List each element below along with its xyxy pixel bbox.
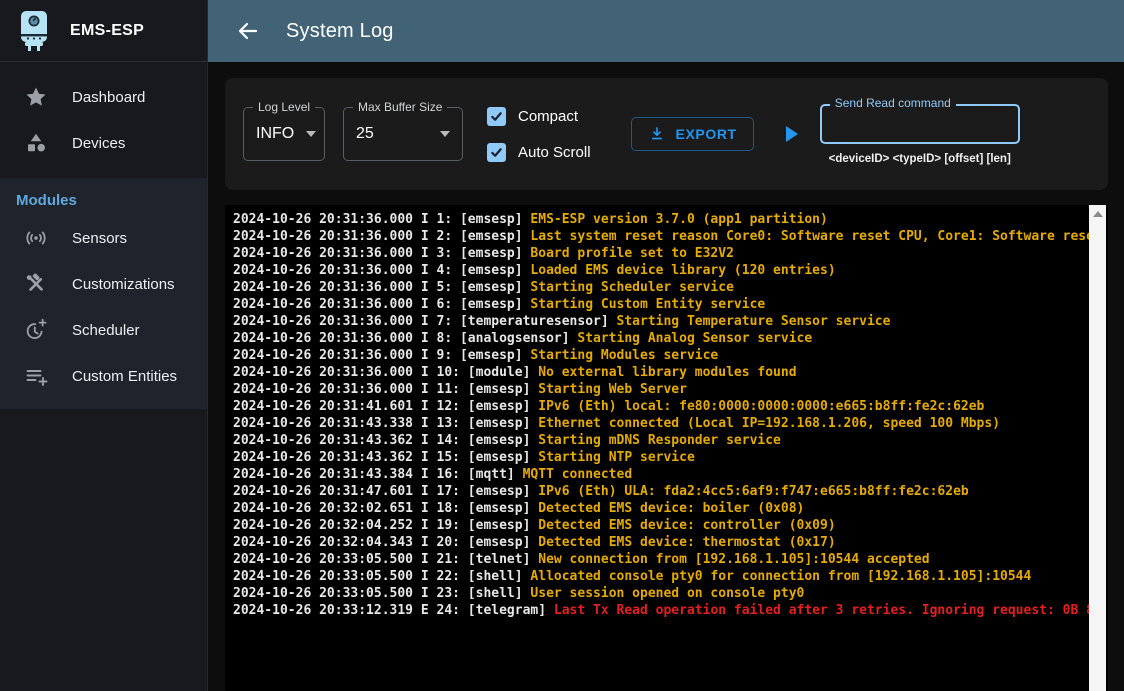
tools-icon — [24, 272, 48, 296]
boiler-logo-icon — [16, 9, 52, 53]
console-scrollbar[interactable] — [1089, 205, 1106, 691]
playlist-add-icon — [24, 364, 48, 388]
modules-header: Modules — [0, 192, 207, 209]
max-buffer-value: 25 — [356, 125, 374, 143]
sidebar-item-label: Scheduler — [72, 322, 140, 339]
log-line: 2024-10-26 20:31:36.000 I 3: [emsesp] Bo… — [233, 245, 1084, 262]
sidebar-item-devices[interactable]: Devices — [0, 120, 207, 166]
log-line: 2024-10-26 20:33:12.319 E 24: [telegram]… — [233, 602, 1084, 619]
log-level-select[interactable]: Log Level INFO — [243, 107, 325, 161]
log-line: 2024-10-26 20:31:36.000 I 10: [module] N… — [233, 364, 1084, 381]
log-controls-panel: Log Level INFO Max Buffer Size 25 — [225, 78, 1108, 190]
compact-label: Compact — [518, 108, 578, 125]
log-line: 2024-10-26 20:31:36.000 I 1: [emsesp] EM… — [233, 211, 1084, 228]
send-command-label: Send Read command — [830, 96, 956, 110]
sidebar-item-sensors[interactable]: Sensors — [0, 215, 207, 261]
log-line: 2024-10-26 20:31:43.384 I 16: [mqtt] MQT… — [233, 466, 1084, 483]
log-line: 2024-10-26 20:31:43.362 I 14: [emsesp] S… — [233, 432, 1084, 449]
log-line: 2024-10-26 20:33:05.500 I 22: [shell] Al… — [233, 568, 1084, 585]
checkbox-checked-icon — [487, 107, 506, 126]
log-line: 2024-10-26 20:31:36.000 I 8: [analogsens… — [233, 330, 1084, 347]
log-line: 2024-10-26 20:32:02.651 I 18: [emsesp] D… — [233, 500, 1084, 517]
log-line: 2024-10-26 20:32:04.252 I 19: [emsesp] D… — [233, 517, 1084, 534]
max-buffer-label: Max Buffer Size — [353, 100, 447, 114]
sidebar-header: EMS-ESP — [0, 0, 207, 62]
back-arrow-icon[interactable] — [234, 17, 262, 45]
sidebar-item-scheduler[interactable]: Scheduler — [0, 307, 207, 353]
app-title: EMS-ESP — [70, 22, 144, 40]
sidebar-spacer — [0, 409, 207, 691]
export-button[interactable]: EXPORT — [631, 117, 754, 151]
log-line: 2024-10-26 20:33:05.500 I 21: [telnet] N… — [233, 551, 1084, 568]
log-level-value: INFO — [256, 125, 294, 143]
checkbox-checked-icon — [487, 143, 506, 162]
log-line: 2024-10-26 20:31:36.000 I 9: [emsesp] St… — [233, 347, 1084, 364]
sidebar-item-label: Customizations — [72, 276, 175, 293]
log-line: 2024-10-26 20:31:41.601 I 12: [emsesp] I… — [233, 398, 1084, 415]
log-line: 2024-10-26 20:31:43.362 I 15: [emsesp] S… — [233, 449, 1084, 466]
log-line: 2024-10-26 20:31:36.000 I 5: [emsesp] St… — [233, 279, 1084, 296]
sidebar-nav: Dashboard Devices — [0, 62, 207, 178]
auto-scroll-label: Auto Scroll — [518, 144, 591, 161]
wireless-icon — [24, 226, 48, 250]
sidebar-item-customizations[interactable]: Customizations — [0, 261, 207, 307]
content: Log Level INFO Max Buffer Size 25 — [208, 62, 1124, 691]
log-line: 2024-10-26 20:31:47.601 I 17: [emsesp] I… — [233, 483, 1084, 500]
log-line: 2024-10-26 20:31:36.000 I 7: [temperatur… — [233, 313, 1084, 330]
sidebar-modules-section: Modules Sensors — [0, 178, 207, 409]
scrollbar-up-arrow-icon[interactable] — [1089, 205, 1106, 223]
sidebar-item-dashboard[interactable]: Dashboard — [0, 74, 207, 120]
sidebar-item-label: Custom Entities — [72, 368, 177, 385]
send-command-group: Send Read command <deviceID> <typeID> [o… — [820, 104, 1020, 165]
send-command-helper: <deviceID> <typeID> [offset] [len] — [829, 153, 1011, 165]
log-level-label: Log Level — [253, 100, 315, 114]
compact-checkbox[interactable]: Compact — [487, 107, 591, 126]
clock-plus-icon — [24, 318, 48, 342]
auto-scroll-checkbox[interactable]: Auto Scroll — [487, 143, 591, 162]
app-root: EMS-ESP Dashboard De — [0, 0, 1124, 691]
dropdown-arrow-icon — [306, 131, 316, 137]
sidebar: EMS-ESP Dashboard De — [0, 0, 208, 691]
sidebar-item-custom-entities[interactable]: Custom Entities — [0, 353, 207, 399]
sidebar-item-label: Sensors — [72, 230, 127, 247]
log-line: 2024-10-26 20:31:36.000 I 6: [emsesp] St… — [233, 296, 1084, 313]
dropdown-arrow-icon — [440, 131, 450, 137]
log-lines: 2024-10-26 20:31:36.000 I 1: [emsesp] EM… — [233, 211, 1084, 619]
checkbox-group: Compact Auto Scroll — [487, 107, 591, 162]
appbar: System Log — [208, 0, 1124, 62]
send-command-input[interactable] — [820, 104, 1020, 144]
export-label: EXPORT — [676, 126, 737, 142]
main-area: System Log Log Level INFO Max Buffer Siz… — [208, 0, 1124, 691]
download-icon — [648, 125, 666, 143]
page-title: System Log — [286, 20, 394, 43]
log-line: 2024-10-26 20:31:36.000 I 11: [emsesp] S… — [233, 381, 1084, 398]
category-icon — [24, 131, 48, 155]
sidebar-item-label: Dashboard — [72, 89, 145, 106]
log-line: 2024-10-26 20:31:36.000 I 2: [emsesp] La… — [233, 228, 1084, 245]
log-line: 2024-10-26 20:31:43.338 I 13: [emsesp] E… — [233, 415, 1084, 432]
log-line: 2024-10-26 20:31:36.000 I 4: [emsesp] Lo… — [233, 262, 1084, 279]
max-buffer-select[interactable]: Max Buffer Size 25 — [343, 107, 463, 161]
send-play-icon[interactable] — [786, 126, 798, 142]
star-icon — [24, 85, 48, 109]
log-line: 2024-10-26 20:33:05.500 I 23: [shell] Us… — [233, 585, 1084, 602]
log-line: 2024-10-26 20:32:04.343 I 20: [emsesp] D… — [233, 534, 1084, 551]
sidebar-item-label: Devices — [72, 135, 125, 152]
log-console[interactable]: 2024-10-26 20:31:36.000 I 1: [emsesp] EM… — [225, 205, 1108, 691]
